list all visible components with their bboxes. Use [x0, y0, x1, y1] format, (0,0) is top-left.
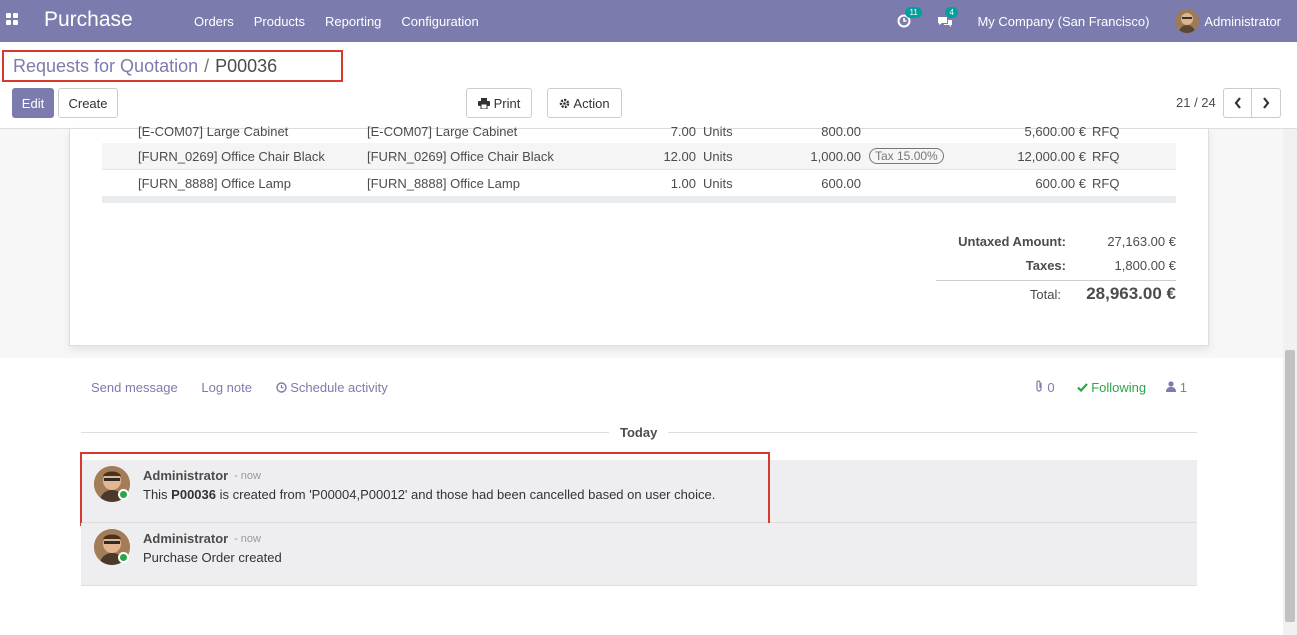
menu-item-products[interactable]: Products [244, 14, 315, 29]
table-footer [102, 196, 1176, 203]
chatter-right-tools: 0 Following 1 [1035, 380, 1187, 395]
total-label: Total: [1029, 287, 1061, 302]
activity-count-badge: 11 [905, 7, 922, 18]
total-value: 28,963.00 € [1086, 284, 1176, 303]
message-body: Purchase Order created [143, 550, 282, 565]
pager-previous-button[interactable] [1223, 88, 1252, 118]
chatter-message: Administrator - now Purchase Order creat… [81, 523, 1197, 586]
attachments-button[interactable]: 0 [1035, 380, 1055, 395]
line-subtotal: 12,000.00 € [1017, 149, 1086, 164]
user-menu[interactable]: Administrator [1175, 9, 1281, 33]
pager-value[interactable]: 21 / 24 [1176, 95, 1216, 110]
schedule-activity-button[interactable]: Schedule activity [275, 380, 408, 395]
untaxed-amount-value: 27,163.00 € [1107, 234, 1176, 249]
main-menu: Orders Products Reporting Configuration [184, 0, 489, 42]
line-uom: Units [703, 149, 733, 164]
line-quantity: 1.00 [670, 176, 696, 191]
line-description: [E-COM07] Large Cabinet [367, 124, 518, 139]
line-unit-price: 600.00 [821, 176, 861, 191]
breadcrumb: Requests for Quotation / P00036 [2, 50, 343, 82]
following-label: Following [1091, 380, 1147, 395]
menu-item-reporting[interactable]: Reporting [315, 14, 391, 29]
company-switcher[interactable]: My Company (San Francisco) [977, 14, 1149, 29]
line-tax-tag: Tax 15.00% [869, 148, 944, 164]
apps-menu-icon[interactable] [6, 13, 19, 26]
menu-item-orders[interactable]: Orders [184, 14, 244, 29]
table-row[interactable]: [E-COM07] Large Cabinet [E-COM07] Large … [102, 118, 1176, 145]
activity-clock-icon[interactable]: 11 [897, 7, 922, 29]
app-title: Purchase [44, 8, 133, 31]
top-navbar: Purchase Orders Products Reporting Confi… [0, 0, 1297, 42]
table-row[interactable]: [FURN_8888] Office Lamp [FURN_8888] Offi… [102, 170, 1176, 197]
online-status-icon [118, 552, 129, 563]
breadcrumb-current: P00036 [215, 55, 278, 76]
line-uom: Units [703, 124, 733, 139]
line-subtotal: 600.00 € [1035, 176, 1086, 191]
line-description: [FURN_8888] Office Lamp [367, 176, 520, 191]
highlight-annotation-box [80, 452, 770, 526]
line-uom: Units [703, 176, 733, 191]
print-button[interactable]: Print [466, 88, 532, 118]
line-status: RFQ [1092, 149, 1120, 164]
line-subtotal: 5,600.00 € [1024, 124, 1086, 139]
message-date: - now [234, 533, 261, 545]
user-avatar [1175, 9, 1200, 33]
systray: 11 4 My Company (San Francisco) Administ… [897, 0, 1297, 42]
breadcrumb-parent-link[interactable]: Requests for Quotation [13, 56, 198, 77]
line-status: RFQ [1092, 176, 1120, 191]
taxes-value: 1,800.00 € [1114, 258, 1176, 273]
gear-icon [560, 98, 570, 108]
print-label: Print [493, 95, 521, 111]
line-product: [FURN_8888] Office Lamp [138, 176, 291, 191]
message-author[interactable]: Administrator [143, 531, 228, 546]
line-description: [FURN_0269] Office Chair Black [367, 149, 554, 164]
action-label: Action [573, 95, 610, 111]
user-icon [1166, 381, 1177, 392]
totals-divider [936, 280, 1176, 281]
line-quantity: 7.00 [670, 124, 696, 139]
followers-count: 1 [1179, 380, 1187, 395]
line-product: [FURN_0269] Office Chair Black [138, 149, 325, 164]
print-icon [477, 97, 490, 109]
messages-chat-icon[interactable]: 4 [937, 7, 958, 29]
line-status: RFQ [1092, 124, 1120, 139]
log-note-button[interactable]: Log note [201, 380, 252, 395]
chevron-left-icon [1234, 97, 1241, 109]
following-button[interactable]: Following [1076, 380, 1147, 395]
clock-icon [275, 382, 287, 393]
schedule-activity-label: Schedule activity [290, 380, 388, 395]
chevron-right-icon [1263, 97, 1270, 109]
line-unit-price: 1,000.00 [810, 149, 861, 164]
attachments-count: 0 [1047, 380, 1055, 395]
followers-button[interactable]: 1 [1166, 380, 1187, 395]
chatter-topbar: Send message Log note Schedule activity [91, 380, 428, 395]
edit-button[interactable]: Edit [12, 88, 54, 118]
menu-item-configuration[interactable]: Configuration [391, 14, 488, 29]
line-quantity: 12.00 [663, 149, 696, 164]
paperclip-icon [1036, 380, 1042, 392]
send-message-button[interactable]: Send message [91, 380, 178, 395]
line-product: [E-COM07] Large Cabinet [138, 124, 289, 139]
line-unit-price: 800.00 [821, 124, 861, 139]
control-panel: Requests for Quotation / P00036 Edit Cre… [0, 42, 1297, 129]
day-label: Today [609, 425, 669, 440]
check-icon [1076, 383, 1088, 393]
breadcrumb-separator: / [204, 55, 210, 76]
action-button[interactable]: Action [547, 88, 622, 118]
table-row[interactable]: [FURN_0269] Office Chair Black [FURN_026… [102, 143, 1176, 170]
scrollbar-thumb[interactable] [1285, 350, 1295, 622]
message-count-badge: 4 [945, 7, 958, 18]
create-button[interactable]: Create [58, 88, 118, 118]
pager-next-button[interactable] [1251, 88, 1281, 118]
untaxed-amount-label: Untaxed Amount: [958, 234, 1066, 249]
user-name: Administrator [1204, 13, 1281, 29]
taxes-label: Taxes: [1025, 258, 1066, 273]
